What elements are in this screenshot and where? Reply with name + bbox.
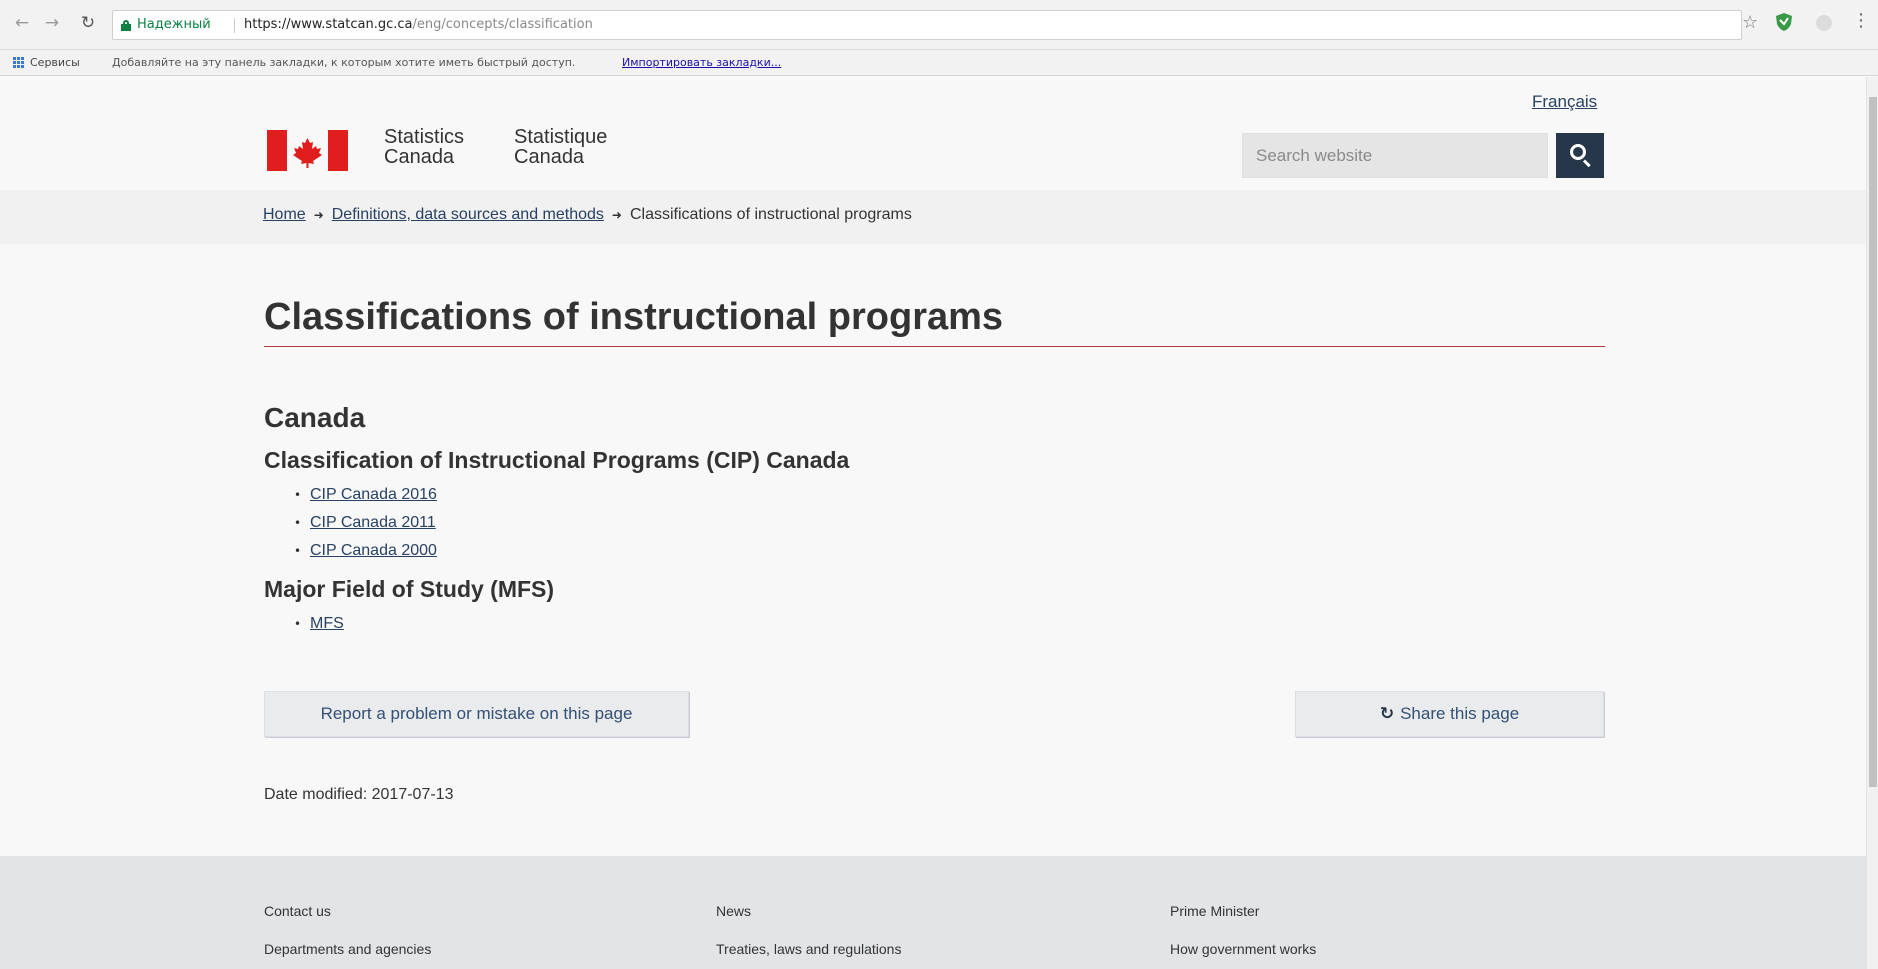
url-text[interactable]: https://www.statcan.gc.ca/eng/concepts/c…	[244, 11, 593, 39]
share-icon: ↻	[1379, 704, 1395, 724]
omnibox-divider	[234, 18, 235, 33]
search-icon	[1570, 144, 1586, 160]
page-scrollbar[interactable]	[1866, 77, 1878, 969]
footer-news-link[interactable]: News	[716, 903, 751, 919]
signature-english[interactable]: Statistics Canada	[384, 127, 464, 167]
address-bar[interactable]: Надежный https://www.statcan.gc.ca/eng/c…	[112, 10, 1742, 40]
bullet-icon: •	[294, 516, 302, 530]
mfs-heading: Major Field of Study (MFS)	[264, 576, 555, 602]
mfs-link-list: • MFS	[294, 610, 344, 638]
cip-2011-link[interactable]: CIP Canada 2011	[310, 514, 436, 531]
footer-government-works-link[interactable]: How government works	[1170, 941, 1316, 957]
share-page-button[interactable]: ↻ Share this page	[1295, 691, 1604, 737]
bookmarks-hint: Добавляйте на эту панель закладки, к кот…	[112, 56, 576, 69]
scrollbar-thumb[interactable]	[1869, 97, 1877, 787]
date-modified-label: Date modified:	[264, 786, 368, 803]
breadcrumb-arrow-icon: ➜	[611, 208, 622, 222]
bullet-icon: •	[294, 617, 302, 631]
secure-label: Надежный	[137, 17, 211, 32]
browser-toolbar: ← → ↻ Надежный https://www.statcan.gc.ca…	[0, 0, 1878, 50]
reload-icon[interactable]: ↻	[78, 13, 98, 33]
breadcrumb-arrow-icon: ➜	[313, 208, 324, 222]
list-item: • MFS	[294, 610, 344, 638]
footer-contact-link[interactable]: Contact us	[264, 903, 331, 919]
search-input[interactable]	[1242, 133, 1548, 178]
extension-icon[interactable]	[1816, 15, 1832, 31]
title-divider	[264, 346, 1605, 347]
back-arrow-icon[interactable]: ←	[12, 13, 32, 33]
signature-fr-line2: Canada	[514, 146, 585, 168]
cip-heading: Classification of Instructional Programs…	[264, 447, 850, 473]
cip-2016-link[interactable]: CIP Canada 2016	[310, 486, 437, 503]
language-toggle-link[interactable]: Français	[1532, 92, 1597, 112]
import-bookmarks-link[interactable]: Импортировать закладки...	[622, 50, 781, 76]
search-icon-handle	[1582, 159, 1591, 168]
bookmarks-bar: Сервисы Добавляйте на эту панель закладк…	[0, 50, 1878, 76]
bullet-icon: •	[294, 544, 302, 558]
mfs-link[interactable]: MFS	[310, 615, 344, 632]
list-item: • CIP Canada 2000	[294, 537, 437, 565]
breadcrumb: Home ➜ Definitions, data sources and metho…	[263, 206, 912, 224]
site-footer: Contact us Departments and agencies News…	[0, 856, 1866, 969]
url-path: /eng/concepts/classification	[412, 17, 593, 32]
page-title: Classifications of instructional program…	[264, 296, 1004, 338]
menu-icon[interactable]: ⋮	[1852, 10, 1870, 31]
signature-en-line2: Canada	[384, 146, 455, 168]
footer-departments-link[interactable]: Departments and agencies	[264, 941, 431, 957]
date-modified-value: 2017-07-13	[371, 786, 454, 803]
cip-link-list: • CIP Canada 2016 • CIP Canada 2011 • CIP C…	[294, 481, 437, 565]
list-item: • CIP Canada 2016	[294, 481, 437, 509]
signature-en-line1: Statistics	[384, 126, 465, 148]
signature-french[interactable]: Statistique Canada	[514, 127, 607, 167]
signature-fr-line1: Statistique	[514, 126, 608, 148]
list-item: • CIP Canada 2011	[294, 509, 437, 537]
cip-2000-link[interactable]: CIP Canada 2000	[310, 542, 437, 559]
section-heading-canada: Canada	[264, 402, 366, 433]
report-problem-button[interactable]: Report a problem or mistake on this page	[264, 691, 689, 737]
canada-flag-icon[interactable]	[267, 130, 348, 171]
bullet-icon: •	[294, 488, 302, 502]
date-modified: Date modified: 2017-07-13	[264, 786, 453, 804]
forward-arrow-icon[interactable]: →	[42, 13, 62, 33]
share-button-label: Share this page	[1400, 704, 1520, 723]
apps-label[interactable]: Сервисы	[30, 50, 80, 76]
footer-treaties-link[interactable]: Treaties, laws and regulations	[716, 941, 901, 957]
breadcrumb-home[interactable]: Home	[263, 206, 306, 223]
breadcrumb-definitions[interactable]: Definitions, data sources and methods	[332, 206, 604, 223]
apps-grid-icon[interactable]	[13, 57, 25, 69]
url-host: https://www.statcan.gc.ca	[244, 17, 413, 32]
shield-icon[interactable]	[1776, 13, 1792, 31]
lock-icon	[121, 20, 131, 31]
breadcrumb-current: Classifications of instructional program…	[629, 206, 912, 223]
star-icon[interactable]: ☆	[1742, 12, 1758, 33]
search-button[interactable]	[1556, 133, 1604, 178]
footer-prime-minister-link[interactable]: Prime Minister	[1170, 903, 1259, 919]
